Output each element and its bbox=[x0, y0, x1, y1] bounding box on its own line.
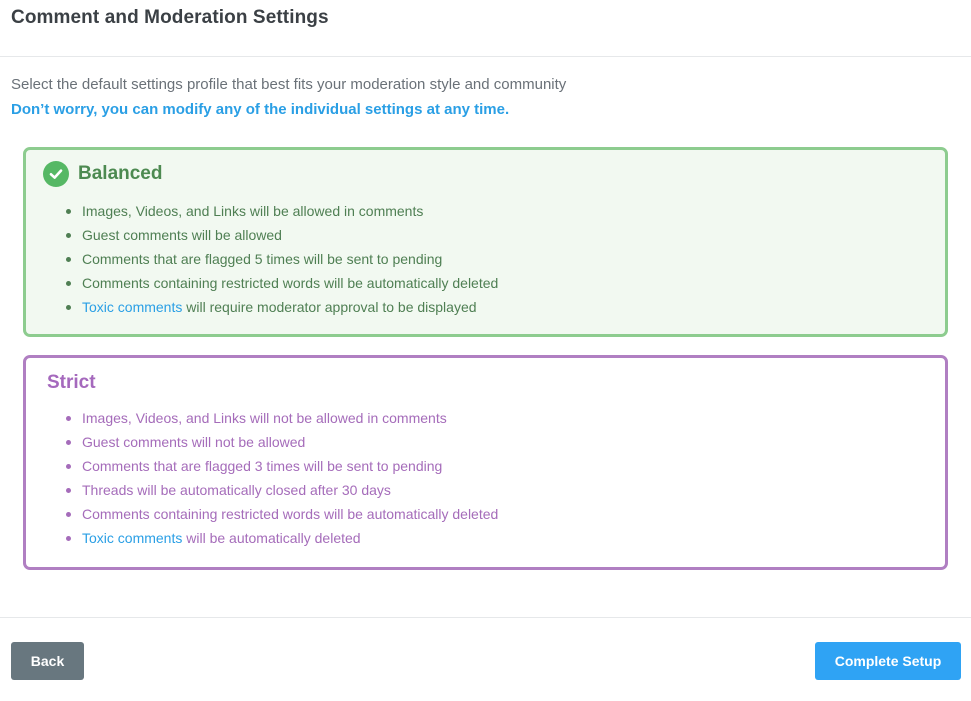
profile-title-balanced: Balanced bbox=[78, 163, 163, 184]
profile-rules-strict: Images, Videos, and Links will not be al… bbox=[64, 406, 498, 550]
list-item: Images, Videos, and Links will be allowe… bbox=[64, 199, 498, 223]
profile-title-strict: Strict bbox=[47, 372, 96, 393]
page-footer: Back Complete Setup bbox=[0, 617, 971, 701]
complete-setup-button[interactable]: Complete Setup bbox=[815, 642, 961, 680]
profile-rules-balanced: Images, Videos, and Links will be allowe… bbox=[64, 199, 498, 319]
toxic-rule-text: will require moderator approval to be di… bbox=[182, 299, 477, 315]
list-item: Comments that are flagged 5 times will b… bbox=[64, 247, 498, 271]
profile-header-strict: Strict bbox=[47, 372, 96, 394]
list-item: Threads will be automatically closed aft… bbox=[64, 478, 498, 502]
list-item: Toxic comments will require moderator ap… bbox=[64, 295, 498, 319]
back-button[interactable]: Back bbox=[11, 642, 84, 680]
profile-header-balanced: Balanced bbox=[43, 161, 162, 187]
list-item: Guest comments will not be allowed bbox=[64, 430, 498, 454]
list-item: Guest comments will be allowed bbox=[64, 223, 498, 247]
intro: Select the default settings profile that… bbox=[11, 76, 951, 119]
toxic-rule-text: will be automatically deleted bbox=[182, 530, 361, 546]
intro-text: Select the default settings profile that… bbox=[11, 76, 567, 93]
list-item: Toxic comments will be automatically del… bbox=[64, 526, 498, 550]
page-title: Comment and Moderation Settings bbox=[11, 7, 329, 28]
list-item: Comments containing restricted words wil… bbox=[64, 502, 498, 526]
profile-card-strict[interactable]: Strict Images, Videos, and Links will no… bbox=[23, 355, 948, 570]
list-item: Comments containing restricted words wil… bbox=[64, 271, 498, 295]
list-item: Images, Videos, and Links will not be al… bbox=[64, 406, 498, 430]
toxic-comments-link[interactable]: Toxic comments bbox=[82, 530, 182, 546]
toxic-comments-link[interactable]: Toxic comments bbox=[82, 299, 182, 315]
page-header: Comment and Moderation Settings bbox=[0, 0, 971, 57]
check-circle-icon bbox=[43, 161, 69, 187]
profile-card-balanced[interactable]: Balanced Images, Videos, and Links will … bbox=[23, 147, 948, 337]
intro-note: Don’t worry, you can modify any of the i… bbox=[11, 101, 510, 118]
list-item: Comments that are flagged 3 times will b… bbox=[64, 454, 498, 478]
